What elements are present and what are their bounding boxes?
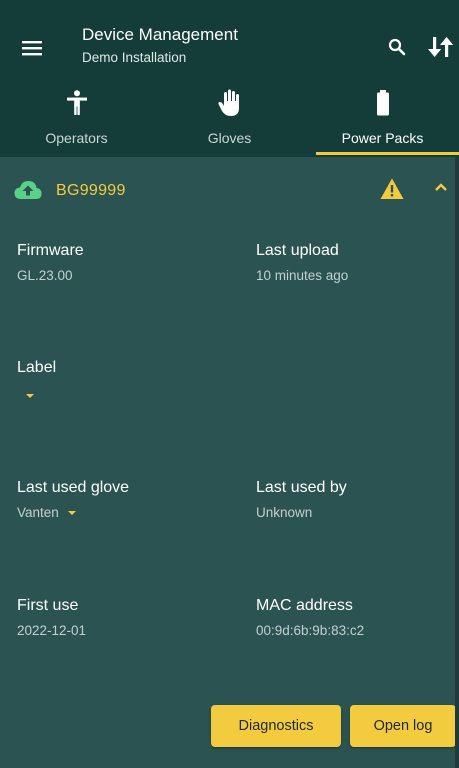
menu-button[interactable] [14,30,50,66]
device-management-screen: Device Management Demo Installation Oper… [0,0,459,768]
last-upload-label: Last upload [256,242,339,259]
search-button[interactable] [380,30,414,64]
app-titles: Device Management Demo Installation [82,24,238,67]
menu-icon [22,41,42,56]
tab-label-power-packs: Power Packs [341,130,424,146]
mac-address-label: MAC address [256,597,353,614]
app-bar: Device Management Demo Installation Oper… [0,0,459,157]
firmware-label: Firmware [17,242,84,259]
tab-operators[interactable]: Operators [0,86,153,157]
dropdown-caret-icon [26,394,34,399]
diagnostics-button[interactable]: Diagnostics [211,705,341,747]
warning-icon[interactable] [380,178,404,200]
tab-power-packs[interactable]: Power Packs [306,86,459,157]
label-dropdown[interactable] [26,388,34,403]
scroll-edge [455,157,459,768]
sort-icon [428,37,454,57]
device-id: BG99999 [56,182,126,199]
last-used-by-label: Last used by [256,479,347,496]
last-used-glove-value: Vanten [17,505,59,520]
tab-label-operators: Operators [45,130,108,146]
last-upload-value: 10 minutes ago [256,268,349,283]
active-tab-indicator [316,152,459,155]
tab-label-gloves: Gloves [207,130,252,146]
cloud-upload-icon [14,181,42,199]
firmware-value: GL.23.00 [17,268,73,283]
label-field-label: Label [17,359,57,376]
tab-gloves[interactable]: Gloves [153,86,306,157]
search-icon [388,38,406,56]
dropdown-caret-icon [67,511,76,516]
last-used-glove-label: Last used glove [17,479,130,496]
open-log-button[interactable]: Open log [350,705,456,747]
last-used-by-value: Unknown [256,505,313,520]
device-header[interactable]: BG99999 [0,172,459,212]
app-subtitle: Demo Installation [82,50,187,65]
glove-icon [215,89,245,117]
last-used-glove-dropdown[interactable]: Vanten [17,505,76,520]
tab-bar: Operators Gloves Power Packs [0,86,459,157]
mac-address-value: 00:9d:6b:9b:83:c2 [256,623,365,638]
battery-icon [368,89,398,117]
sort-button[interactable] [428,30,459,64]
first-use-value: 2022-12-01 [17,623,87,638]
chevron-up-icon[interactable] [434,182,448,192]
app-title: Device Management [82,25,238,44]
person-icon [62,89,92,117]
first-use-label: First use [17,597,79,614]
